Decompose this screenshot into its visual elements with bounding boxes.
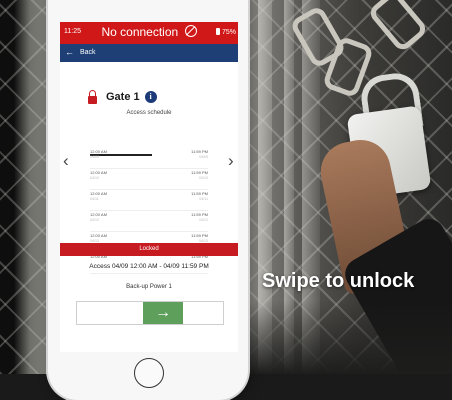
start-date: 04/10 (90, 176, 99, 180)
next-arrow-icon[interactable]: › (228, 151, 234, 171)
battery-level: 75% (221, 29, 236, 36)
end-time: 11:59 PM (191, 233, 208, 238)
end-date: 04/11 (199, 197, 208, 201)
arrow-right-icon: → (155, 304, 171, 321)
active-indicator (90, 154, 152, 156)
back-arrow-icon[interactable]: ← (65, 47, 74, 57)
access-window-text: Access 04/09 12:00 AM - 04/09 11:59 PM (89, 263, 209, 270)
start-time: 12:00 AM (90, 212, 107, 217)
backup-power-text: Back-up Power 1 (126, 284, 172, 290)
end-time: 11:59 PM (191, 149, 208, 154)
start-time: 12:00 AM (90, 191, 107, 196)
schedule-row[interactable]: 12:00 AM 04/12 11:59 PM 04/12 (90, 211, 208, 232)
end-date: 04/09 (199, 155, 208, 159)
lock-icon (88, 89, 97, 104)
locked-status-bar: Locked (60, 243, 238, 256)
battery-status: 75% (215, 28, 236, 36)
connection-status: No connection (60, 25, 238, 39)
status-bar: 11:25 No connection 75% (60, 22, 238, 44)
schedule-row[interactable]: 12:00 AM 04/10 11:59 PM 04/10 (90, 169, 208, 190)
swipe-handle[interactable]: → (143, 302, 183, 324)
start-date: 04/12 (90, 218, 99, 222)
start-date: 04/11 (90, 197, 99, 201)
end-date: 04/10 (199, 176, 208, 180)
end-time: 11:59 PM (191, 191, 208, 196)
end-time: 11:59 PM (191, 170, 208, 175)
nav-bar: ← Back (60, 44, 238, 62)
start-time: 12:00 AM (90, 233, 107, 238)
schedule-title: Access schedule (126, 110, 172, 116)
ground-shadow (246, 300, 452, 374)
back-button[interactable]: Back (80, 49, 96, 56)
gate-header: Gate 1 i (88, 87, 157, 107)
schedule-row[interactable]: 12:00 AM 04/09 11:59 PM 04/09 (90, 148, 208, 169)
battery-icon (215, 28, 220, 35)
home-button[interactable] (134, 358, 164, 388)
swipe-to-unlock-caption: Swipe to unlock (262, 270, 415, 292)
gate-title: Gate 1 (106, 91, 140, 103)
schedule-row[interactable]: 12:00 AM 04/11 11:59 PM 04/11 (90, 190, 208, 211)
no-connection-icon (184, 25, 197, 37)
previous-arrow-icon[interactable]: ‹ (63, 151, 69, 171)
connection-text: No connection (101, 25, 179, 39)
start-time: 12:00 AM (90, 170, 107, 175)
info-icon[interactable]: i (144, 91, 157, 103)
start-date: 04/09 (90, 155, 99, 159)
end-time: 11:59 PM (191, 212, 208, 217)
swipe-slider[interactable]: → (76, 301, 224, 325)
end-date: 04/12 (199, 218, 208, 222)
